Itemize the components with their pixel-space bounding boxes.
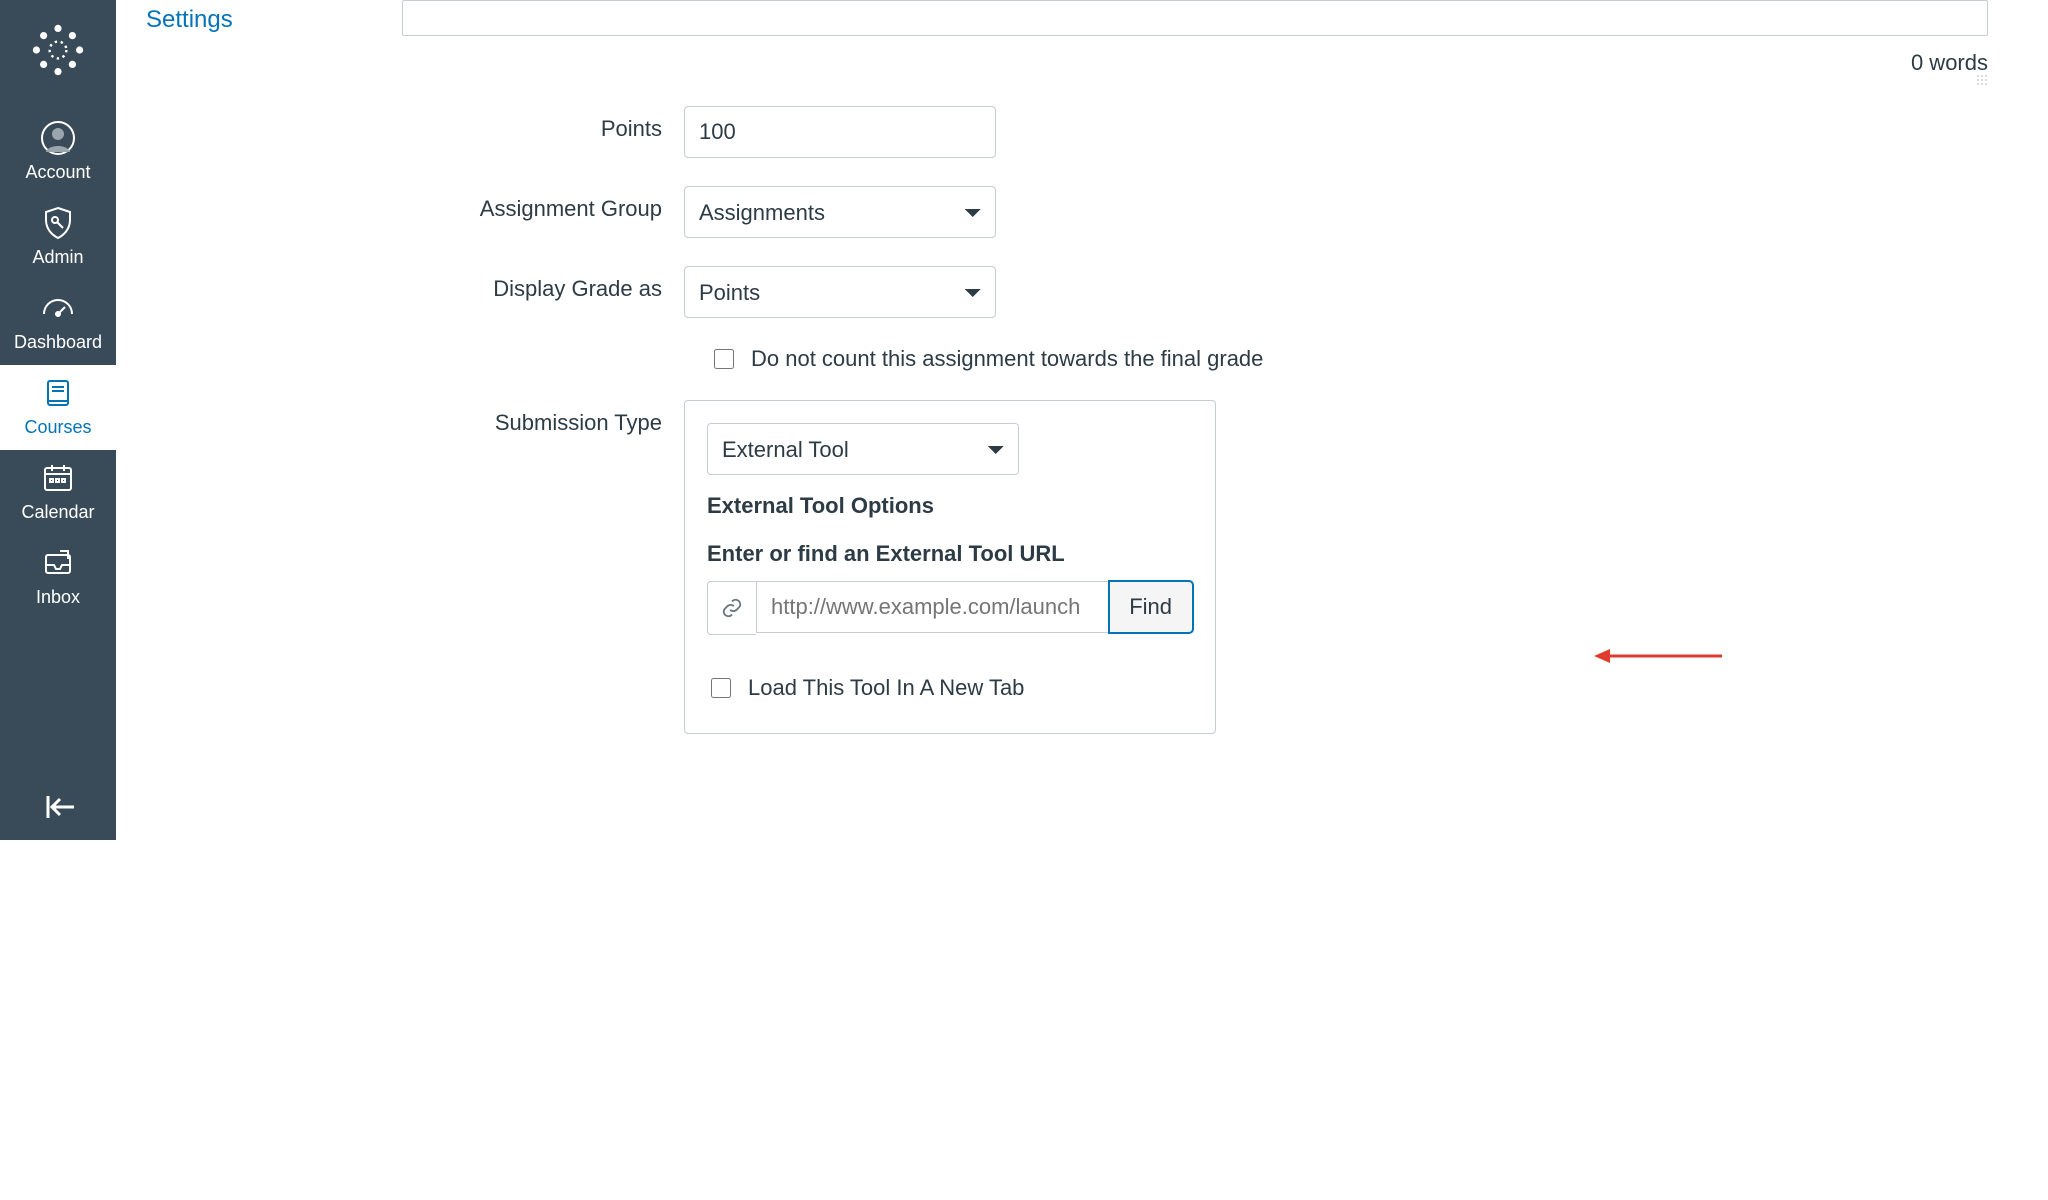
inbox-icon bbox=[40, 545, 76, 581]
nav-admin[interactable]: Admin bbox=[0, 195, 116, 280]
load-new-tab-row[interactable]: Load This Tool In A New Tab bbox=[707, 675, 1193, 701]
find-external-tool-button[interactable]: Find bbox=[1109, 581, 1193, 633]
course-nav-settings[interactable]: Settings bbox=[146, 0, 376, 40]
nav-inbox[interactable]: Inbox bbox=[0, 535, 116, 620]
assignment-group-label: Assignment Group bbox=[402, 186, 684, 222]
word-count: 0 words bbox=[402, 50, 1988, 76]
gauge-icon bbox=[40, 290, 76, 326]
points-input[interactable] bbox=[684, 106, 996, 158]
external-tool-url-input[interactable] bbox=[756, 581, 1109, 633]
external-tool-options-heading: External Tool Options bbox=[707, 493, 1193, 519]
points-label: Points bbox=[402, 106, 684, 142]
nav-admin-label: Admin bbox=[32, 247, 83, 268]
shield-key-icon bbox=[40, 205, 76, 241]
display-grade-select[interactable]: Points bbox=[684, 266, 996, 318]
nav-courses[interactable]: Courses bbox=[0, 365, 116, 450]
exclude-final-grade-row[interactable]: Do not count this assignment towards the… bbox=[710, 346, 1263, 372]
exclude-final-grade-checkbox[interactable] bbox=[714, 349, 734, 369]
nav-calendar-label: Calendar bbox=[21, 502, 94, 523]
rich-text-editor[interactable] bbox=[402, 0, 1988, 36]
external-tool-url-heading: Enter or find an External Tool URL bbox=[707, 541, 1193, 567]
assignment-edit-main: 0 words Points Assignment Group Assignme… bbox=[402, 0, 2048, 840]
exclude-final-grade-label: Do not count this assignment towards the… bbox=[751, 346, 1263, 372]
nav-dashboard[interactable]: Dashboard bbox=[0, 280, 116, 365]
nav-courses-label: Courses bbox=[24, 417, 91, 438]
nav-inbox-label: Inbox bbox=[36, 587, 80, 608]
link-icon bbox=[707, 581, 756, 635]
submission-type-label: Submission Type bbox=[402, 400, 684, 436]
collapse-nav-button[interactable] bbox=[0, 792, 116, 822]
submission-type-select[interactable]: External Tool bbox=[707, 423, 1019, 475]
nav-account-label: Account bbox=[25, 162, 90, 183]
global-nav: Account Admin Dashboard Courses Calendar bbox=[0, 0, 116, 840]
canvas-logo-icon bbox=[28, 20, 88, 80]
nav-account[interactable]: Account bbox=[0, 110, 116, 195]
book-icon bbox=[40, 375, 76, 411]
assignment-group-select[interactable]: Assignments bbox=[684, 186, 996, 238]
load-new-tab-label: Load This Tool In A New Tab bbox=[748, 675, 1024, 701]
submission-type-box: External Tool External Tool Options Ente… bbox=[684, 400, 1216, 734]
load-new-tab-checkbox[interactable] bbox=[711, 678, 731, 698]
course-nav: Settings bbox=[116, 0, 402, 840]
avatar-icon bbox=[40, 120, 76, 156]
calendar-icon bbox=[40, 460, 76, 496]
nav-dashboard-label: Dashboard bbox=[14, 332, 102, 353]
nav-calendar[interactable]: Calendar bbox=[0, 450, 116, 535]
display-grade-label: Display Grade as bbox=[402, 266, 684, 302]
